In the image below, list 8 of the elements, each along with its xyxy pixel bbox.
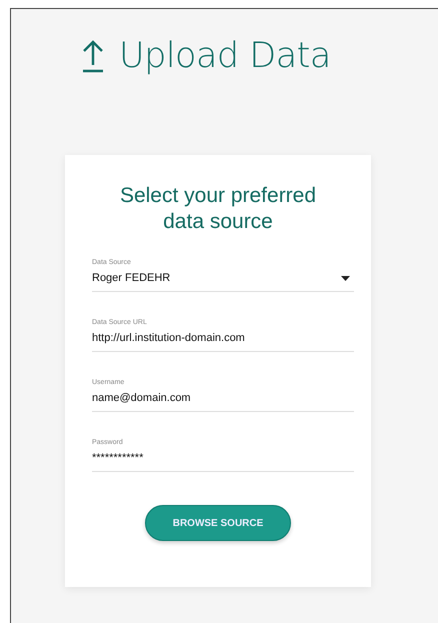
select-field[interactable]: Roger FEDEHR — [92, 271, 354, 292]
dropdown-caret-icon — [341, 276, 350, 280]
page-title: Upload Data — [119, 36, 331, 76]
upload-icon — [81, 39, 105, 73]
input-field[interactable]: name@domain.com — [92, 391, 354, 412]
input-field[interactable]: ************ — [92, 451, 354, 472]
input-field[interactable]: http://url.institution-domain.com — [92, 331, 354, 352]
card-heading: Select your preferred data source — [118, 183, 318, 235]
